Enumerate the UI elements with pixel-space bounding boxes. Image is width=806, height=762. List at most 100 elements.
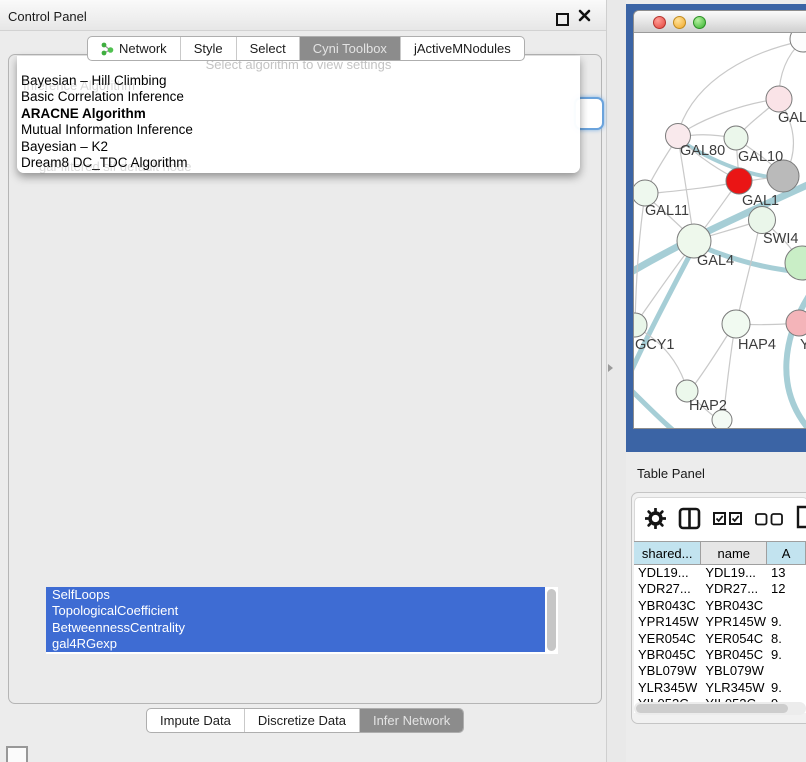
tab-infer-network[interactable]: Infer Network bbox=[360, 709, 463, 732]
network-node-label: GAL11 bbox=[645, 203, 689, 219]
table-cell: YDR27... bbox=[701, 581, 767, 597]
network-edge[interactable] bbox=[786, 285, 806, 428]
network-icon bbox=[101, 42, 114, 56]
network-node-label: GAL bbox=[778, 110, 806, 126]
data-attributes-list: SelfLoopsTopologicalCoefficientBetweenne… bbox=[46, 587, 558, 654]
zoom-traffic-light-icon[interactable] bbox=[693, 16, 706, 29]
tab-label: Infer Network bbox=[373, 713, 450, 728]
table-cell: 9. bbox=[767, 680, 806, 696]
tab-network[interactable]: Network bbox=[88, 37, 181, 60]
table-cell: YLR345W bbox=[701, 680, 767, 696]
network-node-gcy1[interactable] bbox=[634, 313, 647, 337]
table-cell: 12 bbox=[767, 581, 806, 597]
network-node-gal10[interactable] bbox=[724, 126, 748, 150]
network-node-gal1[interactable] bbox=[726, 168, 752, 194]
close-icon[interactable] bbox=[577, 8, 593, 24]
attribute-list-scrollbar[interactable] bbox=[547, 589, 556, 651]
minimize-traffic-light-icon[interactable] bbox=[673, 16, 686, 29]
table-hscrollbar-thumb[interactable] bbox=[636, 704, 788, 713]
data-attribute-item[interactable]: gal4RGexp bbox=[46, 636, 545, 652]
table-cell: 13 bbox=[767, 565, 806, 581]
network-node-label: GAL10 bbox=[738, 149, 783, 165]
panel-gutter bbox=[607, 0, 626, 762]
network-edge[interactable] bbox=[635, 195, 645, 324]
tab-label: Style bbox=[194, 41, 223, 56]
tab-label: Network bbox=[119, 41, 167, 56]
table-row[interactable]: YPR145WYPR145W9. bbox=[634, 614, 806, 630]
control-panel-titlebar bbox=[0, 0, 607, 31]
show-all-columns-icon[interactable] bbox=[713, 512, 743, 531]
table-cell: YBR045C bbox=[634, 647, 701, 663]
data-attribute-item[interactable]: BetweennessCentrality bbox=[46, 620, 545, 636]
table-cell bbox=[767, 663, 806, 679]
column-header[interactable]: shared... bbox=[634, 542, 701, 564]
algorithm-option[interactable]: ARACNE Algorithm bbox=[17, 106, 580, 122]
network-node[interactable] bbox=[790, 33, 806, 52]
data-attribute-item[interactable]: TopologicalCoefficient bbox=[46, 603, 545, 619]
tab-label: jActiveMNodules bbox=[414, 41, 511, 56]
network-view-window: GALGAL80GAL10GAL1GAL11SWI4GAL4GCY1HAP4YH… bbox=[633, 10, 806, 429]
table-cell: YDL19... bbox=[701, 565, 767, 581]
network-edge[interactable] bbox=[737, 223, 760, 321]
table-row[interactable]: YBR043CYBR043C bbox=[634, 598, 806, 614]
docked-panel-icon[interactable] bbox=[6, 746, 28, 762]
table-cell: YBR043C bbox=[701, 598, 767, 614]
algorithm-option[interactable]: Mutual Information Inference bbox=[17, 122, 580, 138]
table-row[interactable]: YDR27...YDR27...12 bbox=[634, 581, 806, 597]
table-cell: 9. bbox=[767, 647, 806, 663]
network-node-label: GAL80 bbox=[680, 143, 725, 159]
network-node-label: HAP2 bbox=[689, 398, 727, 414]
table-cell: YBL079W bbox=[634, 663, 701, 679]
table-cell: YBR045C bbox=[701, 647, 767, 663]
tab-style[interactable]: Style bbox=[181, 37, 237, 60]
table-cell: YDL19... bbox=[634, 565, 701, 581]
data-attribute-item[interactable]: SelfLoops bbox=[46, 587, 545, 603]
algorithm-option[interactable]: Bayesian – K2 bbox=[17, 139, 580, 155]
network-edge[interactable] bbox=[646, 182, 738, 194]
node-table: shared...nameAYDL19...YDL19...13YDR27...… bbox=[634, 541, 806, 713]
table-row[interactable]: YER054CYER054C8. bbox=[634, 631, 806, 647]
algorithm-option[interactable]: Bayesian – Hill Climbing bbox=[17, 73, 580, 89]
gear-icon[interactable] bbox=[645, 508, 666, 534]
table-cell: 9. bbox=[767, 614, 806, 630]
tab-label: Discretize Data bbox=[258, 713, 346, 728]
network-window-titlebar[interactable] bbox=[634, 11, 806, 33]
table-row[interactable]: YBR045CYBR045C9. bbox=[634, 647, 806, 663]
table-cell: YER054C bbox=[634, 631, 701, 647]
network-node-label: GAL1 bbox=[742, 193, 779, 209]
network-node-label: GAL4 bbox=[697, 253, 734, 269]
column-header[interactable]: name bbox=[701, 542, 767, 564]
table-row[interactable]: YBL079WYBL079W bbox=[634, 663, 806, 679]
table-cell: YPR145W bbox=[634, 614, 701, 630]
tab-label: Select bbox=[250, 41, 286, 56]
algorithm-option[interactable]: Dream8 DC_TDC Algorithm bbox=[17, 155, 580, 171]
tab-select[interactable]: Select bbox=[237, 37, 300, 60]
tab-jactivemnodules[interactable]: jActiveMNodules bbox=[401, 37, 524, 60]
split-columns-icon[interactable] bbox=[678, 507, 701, 535]
table-panel-title: Table Panel bbox=[637, 466, 705, 481]
network-node[interactable] bbox=[785, 246, 806, 280]
network-node-label: Y bbox=[800, 337, 806, 353]
tab-cyni-toolbox[interactable]: Cyni Toolbox bbox=[300, 37, 401, 60]
network-canvas[interactable]: GALGAL80GAL10GAL1GAL11SWI4GAL4GCY1HAP4YH… bbox=[634, 33, 806, 428]
table-cell: YLR345W bbox=[634, 680, 701, 696]
export-table-icon[interactable] bbox=[796, 505, 806, 534]
algorithm-option[interactable]: Basic Correlation Inference bbox=[17, 89, 580, 105]
application-window: Control Panel NetworkStyleSelectCyni Too… bbox=[0, 0, 806, 762]
close-traffic-light-icon[interactable] bbox=[653, 16, 666, 29]
table-cell: YER054C bbox=[701, 631, 767, 647]
table-row[interactable]: YDL19...YDL19...13 bbox=[634, 565, 806, 581]
hide-all-columns-icon[interactable] bbox=[755, 513, 783, 531]
tab-impute-data[interactable]: Impute Data bbox=[147, 709, 245, 732]
network-node-gal[interactable] bbox=[766, 86, 792, 112]
collapse-handle-icon[interactable] bbox=[608, 364, 613, 372]
table-cell: YBR043C bbox=[634, 598, 701, 614]
network-node-label: SWI4 bbox=[763, 231, 798, 247]
table-row[interactable]: YLR345WYLR345W9. bbox=[634, 680, 806, 696]
tab-discretize-data[interactable]: Discretize Data bbox=[245, 709, 360, 732]
network-node-swi4[interactable] bbox=[749, 207, 776, 234]
column-header[interactable]: A bbox=[767, 542, 806, 564]
network-node-hap4[interactable] bbox=[722, 310, 750, 338]
algorithm-dropdown-list: Select algorithm to view settings Bayesi… bbox=[17, 56, 580, 173]
float-window-icon[interactable] bbox=[556, 13, 569, 26]
